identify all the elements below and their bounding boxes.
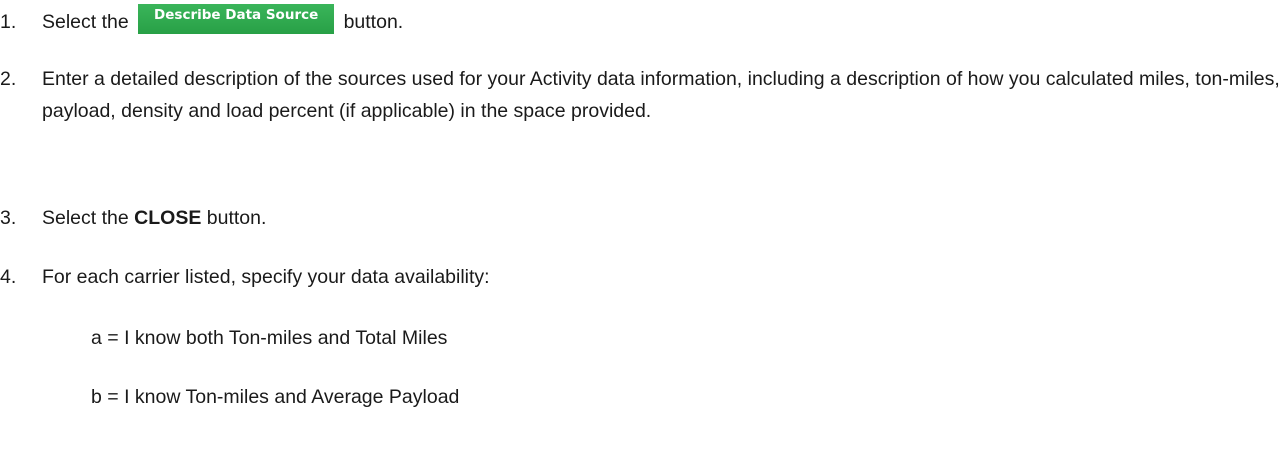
option-b: b = I know Ton-miles and Average Payload (91, 386, 460, 408)
step-text: For each carrier listed, specify your da… (42, 266, 490, 288)
step-text: Select the Describe Data Source button. (42, 4, 1280, 38)
step-number: 3. (0, 207, 17, 229)
step-number: 1. (0, 11, 17, 33)
option-a: a = I know both Ton-miles and Total Mile… (91, 327, 448, 349)
step-number: 2. (0, 68, 17, 90)
step-text-after: button. (343, 11, 404, 33)
step-text: Enter a detailed description of the sour… (42, 68, 1280, 122)
describe-data-source-button[interactable]: Describe Data Source (138, 4, 335, 34)
step-text-before: Select the (42, 11, 129, 33)
step-text-after: button. (206, 207, 267, 229)
close-keyword: CLOSE (134, 207, 202, 229)
step-text-before: Select the (42, 207, 129, 229)
step-text: Select the CLOSE button. (42, 202, 1280, 234)
step-number: 4. (0, 266, 17, 288)
